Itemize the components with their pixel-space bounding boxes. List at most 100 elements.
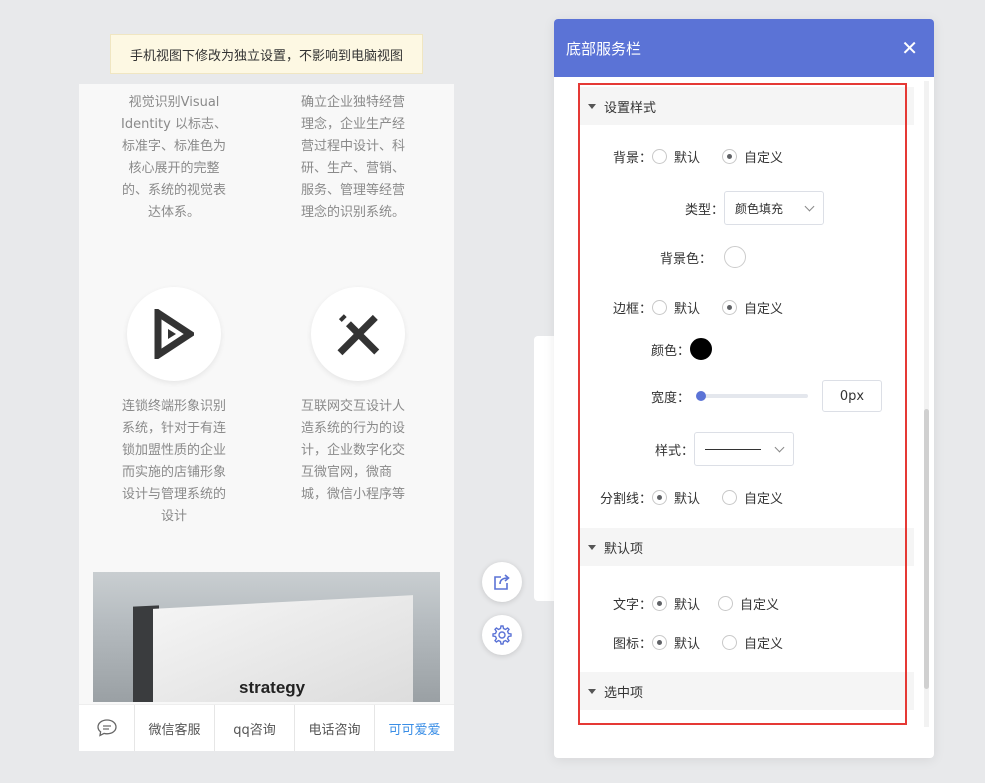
field-label: 样式：	[654, 443, 694, 459]
solid-line-sample	[705, 448, 761, 450]
settings-button[interactable]	[482, 615, 522, 655]
radio-label: 自定义	[740, 598, 780, 613]
text-line: 锁加盟性质的企业	[121, 443, 226, 458]
background-radio-custom[interactable]: 自定义	[722, 147, 783, 166]
radio-label: 自定义	[744, 151, 784, 166]
text-line: 理念，企业生产经	[301, 117, 406, 132]
border-radio-custom[interactable]: 自定义	[722, 298, 783, 317]
text-line: 计，企业数字化交	[301, 443, 406, 458]
radio-circle	[652, 149, 667, 164]
feature-text-vi: 视觉识别Visual Identity 以标志、 标准字、标准色为 核心展开的完…	[114, 92, 234, 224]
panel-title: 底部服务栏	[566, 39, 642, 58]
background-row: 背景： 默认 自定义	[578, 147, 805, 166]
text-line: 设计与管理系统的	[121, 487, 226, 502]
radio-circle	[652, 635, 667, 650]
close-icon[interactable]: ✕	[901, 38, 918, 58]
select-value: 颜色填充	[735, 201, 784, 216]
text-line: 连锁终端形象识别	[121, 399, 226, 414]
border-radio-default[interactable]: 默认	[652, 298, 700, 317]
panel-header: 底部服务栏 ✕	[554, 19, 934, 77]
field-label: 宽度：	[650, 390, 690, 406]
text-line: 营过程中设计、科	[301, 139, 406, 154]
field-label: 背景色：	[659, 251, 712, 267]
text-line: 的、系统的视觉表	[121, 183, 226, 198]
icon-radio-default[interactable]: 默认	[652, 633, 700, 652]
play-triangle-icon	[127, 287, 221, 381]
bottom-service-bar: 微信客服 qq咨询 电话咨询 可可爱爱	[79, 704, 454, 751]
photo-caption: strategy	[239, 678, 306, 697]
strategy-box-photo: strategy	[93, 572, 440, 702]
radio-label: 默认	[674, 151, 701, 166]
text-radio-default[interactable]: 默认	[652, 594, 700, 613]
share-button[interactable]	[482, 562, 522, 602]
bottom-bar-item-wechat[interactable]: 微信客服	[135, 705, 215, 751]
icon-radio-custom[interactable]: 自定义	[722, 633, 783, 652]
radio-label: 默认	[674, 492, 701, 507]
text-line: 互微官网，微商	[301, 465, 393, 480]
notice-text: 手机视图下修改为独立设置，不影响到电脑视图	[129, 48, 403, 64]
caret-down-icon	[588, 688, 596, 694]
chat-bubble-icon[interactable]	[79, 705, 135, 751]
radio-circle	[722, 490, 738, 505]
text-line: 服务、管理等经营	[301, 183, 406, 198]
field-label: 颜色：	[650, 343, 690, 359]
design-tools-icon	[311, 287, 405, 381]
caret-down-icon	[588, 103, 596, 109]
radio-label: 默认	[674, 302, 701, 317]
text-radio-custom[interactable]: 自定义	[718, 594, 779, 613]
slider-knob[interactable]	[696, 391, 706, 401]
radio-circle	[722, 635, 738, 650]
radio-circle	[718, 596, 734, 611]
border-width-input[interactable]: 0px	[822, 380, 882, 412]
text-line: 而实施的店铺形象	[121, 465, 226, 480]
radio-circle	[652, 596, 667, 611]
text-row: 文字： 默认 自定义	[578, 594, 801, 613]
radio-label: 自定义	[744, 302, 784, 317]
field-label: 类型：	[684, 202, 724, 218]
border-width-slider[interactable]	[696, 391, 808, 401]
section-default-header[interactable]: 默认项	[578, 528, 914, 566]
text-line: 城，微信小程序等	[301, 487, 406, 502]
divider-radio-default[interactable]: 默认	[652, 488, 700, 507]
feature-text-ui: 互联网交互设计人 造系统的行为的设 计，企业数字化交 互微官网，微商 城，微信小…	[301, 396, 421, 506]
divider-radio-custom[interactable]: 自定义	[722, 488, 783, 507]
border-style-row: 样式：	[578, 432, 794, 466]
text-line: 研、生产、营销、	[301, 161, 406, 176]
radio-label: 默认	[674, 598, 701, 613]
bottom-bar-item-custom[interactable]: 可可爱爱	[375, 705, 454, 751]
radio-circle	[652, 490, 667, 505]
radio-circle	[722, 300, 738, 315]
border-width-row: 宽度： 0px	[578, 380, 882, 412]
settings-gear-icon	[492, 625, 512, 645]
section-label: 默认项	[604, 541, 644, 557]
border-row: 边框： 默认 自定义	[578, 298, 805, 317]
share-icon	[494, 574, 510, 590]
radio-label: 默认	[674, 637, 701, 652]
background-type-select[interactable]: 颜色填充	[724, 191, 824, 225]
scrollbar-thumb[interactable]	[924, 409, 929, 689]
bottom-bar-item-phone[interactable]: 电话咨询	[295, 705, 375, 751]
section-label: 选中项	[604, 685, 644, 701]
background-radio-default[interactable]: 默认	[652, 147, 700, 166]
border-style-select[interactable]	[694, 432, 794, 466]
text-line: 系统，针对于有连	[121, 421, 226, 436]
section-style-header[interactable]: 设置样式	[578, 87, 914, 125]
text-line: 视觉识别Visual	[128, 95, 220, 110]
bottom-service-bar-panel: 底部服务栏 ✕ 设置样式 背景： 默认 自定义 类型： 颜色填充 背景色： 边框…	[554, 19, 934, 758]
divider-row: 分割线： 默认 自定义	[578, 488, 805, 507]
section-label: 设置样式	[604, 100, 657, 116]
radio-circle	[652, 300, 667, 315]
text-line: 达体系。	[147, 205, 200, 220]
section-selected-header[interactable]: 选中项	[578, 672, 914, 710]
border-color-swatch[interactable]	[690, 338, 712, 360]
background-type-row: 类型： 颜色填充	[578, 191, 824, 225]
chevron-down-icon	[804, 201, 815, 211]
caret-down-icon	[588, 544, 596, 550]
feature-text-si: 连锁终端形象识别 系统，针对于有连 锁加盟性质的企业 而实施的店铺形象 设计与管…	[114, 396, 234, 528]
text-line: 造系统的行为的设	[301, 421, 406, 436]
text-line: 确立企业独特经营	[301, 95, 406, 110]
text-line: 核心展开的完整	[128, 161, 220, 176]
bottom-bar-item-qq[interactable]: qq咨询	[215, 705, 295, 751]
background-color-swatch[interactable]	[724, 246, 746, 268]
text-line: 理念的识别系统。	[301, 205, 406, 220]
